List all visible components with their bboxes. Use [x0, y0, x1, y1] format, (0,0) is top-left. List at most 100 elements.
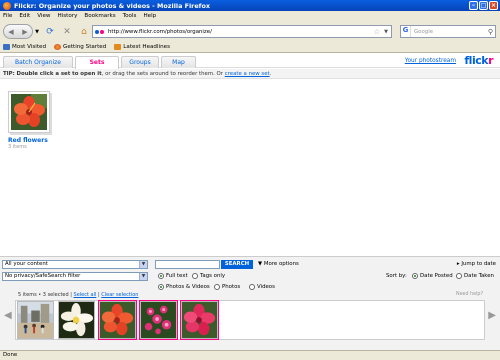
- bookmark-star-icon[interactable]: ☆: [374, 28, 380, 36]
- radio-label: Videos: [257, 284, 275, 290]
- triangle-down-icon: ▼: [258, 261, 263, 267]
- set-count: 3 items: [8, 144, 27, 150]
- radio-label: Date Posted: [420, 273, 453, 279]
- url-dropdown-icon[interactable]: ▼: [384, 29, 388, 35]
- tab-map[interactable]: Map: [161, 56, 196, 68]
- create-new-set-link[interactable]: create a new set: [225, 71, 270, 77]
- radio-label: Tags only: [200, 273, 226, 279]
- photo-thumbnail-5[interactable]: [180, 300, 219, 340]
- url-bar[interactable]: http://www.flickr.com/photos/organize/ ☆…: [92, 25, 392, 38]
- bookmark-most-visited[interactable]: Most Visited: [3, 44, 46, 50]
- menu-view[interactable]: View: [37, 13, 50, 19]
- privacy-filter-select[interactable]: No privacy/SafeSearch filter ▼: [2, 272, 148, 281]
- tab-groups[interactable]: Groups: [121, 56, 159, 68]
- dropdown-icon[interactable]: ▼: [34, 25, 40, 39]
- back-icon[interactable]: ◀: [8, 28, 13, 36]
- scroll-left-icon[interactable]: ◀: [4, 310, 12, 321]
- tip-label: TIP:: [3, 71, 15, 77]
- radio-videos[interactable]: Videos: [249, 284, 275, 290]
- more-options-label: More options: [263, 261, 299, 267]
- window-controls: – □ ×: [469, 1, 498, 10]
- menu-bar: File Edit View History Bookmarks Tools H…: [0, 11, 500, 21]
- radio-full-text[interactable]: Full text: [158, 273, 188, 279]
- tip-bar: TIP: Double click a set to open it, or d…: [0, 69, 500, 79]
- radio-photos-videos[interactable]: Photos & Videos: [158, 284, 210, 290]
- minimize-button[interactable]: –: [469, 1, 478, 10]
- menu-bookmarks[interactable]: Bookmarks: [84, 13, 115, 19]
- search-icon[interactable]: ⚲: [488, 28, 493, 36]
- organizer-tabs: Batch Organize Sets Groups Map Your phot…: [0, 54, 500, 69]
- menu-history[interactable]: History: [58, 13, 78, 19]
- triangle-right-icon: ▸: [456, 261, 460, 267]
- content-filter-select[interactable]: All your content ▼: [2, 260, 148, 269]
- photo-thumbnail-3[interactable]: [98, 300, 137, 340]
- chevron-down-icon[interactable]: ▼: [139, 261, 147, 268]
- pink-hibiscus-image: [182, 302, 217, 338]
- bookmark-getting-started[interactable]: Getting Started: [54, 44, 106, 50]
- photo-thumbnail-2[interactable]: [58, 301, 95, 339]
- bookmark-latest-headlines[interactable]: Latest Headlines: [114, 44, 170, 50]
- sets-area: Red flowers 3 items: [0, 80, 500, 256]
- forward-icon[interactable]: ▶: [22, 28, 27, 36]
- radio-label: Full text: [166, 273, 188, 279]
- need-help-link[interactable]: Need help?: [456, 292, 483, 297]
- pink-flowers-image: [141, 302, 176, 338]
- photo-thumbnail-1[interactable]: [17, 301, 54, 339]
- radio-icon[interactable]: [158, 284, 164, 290]
- radio-icon[interactable]: [249, 284, 255, 290]
- radio-tags-only[interactable]: Tags only: [192, 273, 225, 279]
- reload-icon[interactable]: ⟳: [43, 25, 57, 39]
- set-item[interactable]: Red flowers 3 items: [8, 91, 54, 150]
- tab-batch-organize[interactable]: Batch Organize: [3, 56, 73, 68]
- radio-label: Photos: [222, 284, 241, 290]
- radio-icon[interactable]: [158, 273, 164, 279]
- flickr-organizer: Batch Organize Sets Groups Map Your phot…: [0, 54, 500, 350]
- radio-icon[interactable]: [412, 273, 418, 279]
- more-options-toggle[interactable]: ▼ More options: [258, 261, 299, 267]
- jump-to-date-link[interactable]: ▸ Jump to date: [457, 261, 496, 267]
- menu-tools[interactable]: Tools: [123, 13, 137, 19]
- tip-text: , or drag the sets around to reorder the…: [101, 71, 224, 77]
- red-hibiscus-image: [100, 302, 135, 338]
- set-thumbnail[interactable]: [8, 91, 50, 133]
- bookmarks-toolbar: Most Visited Getting Started Latest Head…: [0, 42, 500, 53]
- select-all-link[interactable]: Select all: [74, 292, 97, 298]
- maximize-button[interactable]: □: [479, 1, 488, 10]
- menu-file[interactable]: File: [3, 13, 12, 19]
- tab-sets[interactable]: Sets: [75, 56, 119, 69]
- search-placeholder: Google: [414, 28, 434, 35]
- navigation-toolbar: ◀ ▶ ▼ ⟳ ✕ ⌂ http://www.flickr.com/photos…: [0, 21, 500, 42]
- tip-end: .: [269, 71, 272, 77]
- radio-icon[interactable]: [192, 273, 198, 279]
- radio-date-taken[interactable]: Date Taken: [456, 273, 494, 279]
- photo-thumbnail-4[interactable]: [139, 300, 178, 340]
- menu-help[interactable]: Help: [143, 13, 156, 19]
- scroll-right-icon[interactable]: ▶: [488, 310, 496, 321]
- stop-icon[interactable]: ✕: [60, 25, 74, 39]
- clear-selection-link[interactable]: Clear selection: [101, 292, 138, 298]
- window-titlebar: Flickr: Organize your photos & videos - …: [0, 0, 500, 11]
- jump-to-date-label: Jump to date: [461, 261, 496, 267]
- url-text: http://www.flickr.com/photos/organize/: [108, 28, 212, 35]
- radio-icon[interactable]: [456, 273, 462, 279]
- menu-edit[interactable]: Edit: [19, 13, 30, 19]
- bookmark-label: Latest Headlines: [123, 44, 170, 50]
- set-name[interactable]: Red flowers: [8, 137, 54, 144]
- radio-date-posted[interactable]: Date Posted: [412, 273, 453, 279]
- privacy-filter-value: No privacy/SafeSearch filter: [5, 273, 81, 279]
- photo-search-input[interactable]: [155, 260, 220, 269]
- home-icon[interactable]: ⌂: [77, 25, 91, 39]
- chevron-down-icon[interactable]: ▼: [139, 273, 147, 280]
- google-icon[interactable]: G: [401, 26, 411, 37]
- radio-photos[interactable]: Photos: [214, 284, 240, 290]
- rss-feed-icon: [114, 44, 122, 50]
- flickr-logo[interactable]: flickr: [464, 54, 493, 67]
- search-box[interactable]: G Google ⚲: [400, 25, 496, 38]
- radio-icon[interactable]: [214, 284, 220, 290]
- bookmark-label: Most Visited: [12, 44, 47, 50]
- tip-bold-text: Double click a set to open it: [16, 71, 102, 77]
- search-button[interactable]: SEARCH: [221, 260, 253, 269]
- back-forward-buttons[interactable]: ◀ ▶: [3, 24, 33, 39]
- your-photostream-link[interactable]: Your photostream: [405, 58, 456, 64]
- close-button[interactable]: ×: [489, 1, 498, 10]
